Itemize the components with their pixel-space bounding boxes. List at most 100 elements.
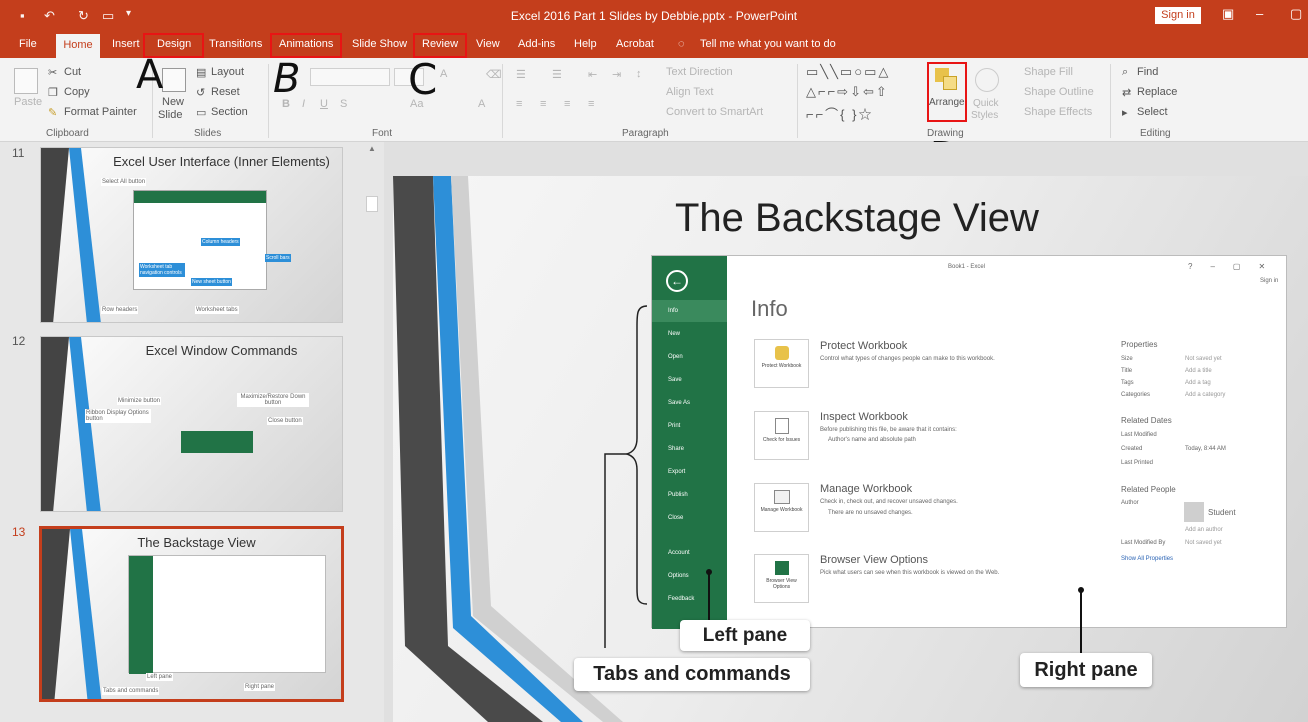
tab-slide-show[interactable]: Slide Show: [352, 38, 407, 50]
thumb-backstage-screenshot: [128, 555, 326, 674]
thumb-label: Worksheet tabs: [195, 306, 239, 314]
cut-button[interactable]: Cut: [64, 66, 81, 78]
justify-icon[interactable]: ≡: [588, 98, 594, 110]
thumb-number: 11: [12, 146, 25, 160]
thumbnail-slide-12[interactable]: Excel Window Commands Minimize button Ma…: [40, 336, 343, 512]
thumb-label: Tabs and commands: [102, 687, 160, 695]
tab-file[interactable]: File: [19, 38, 37, 50]
group-divider: [1110, 64, 1111, 138]
minimize-icon[interactable]: –: [1256, 6, 1263, 21]
thumb-label: Select All button: [101, 178, 147, 186]
thumb-label: Ribbon Display Options button: [85, 409, 151, 423]
ribbon-display-options-icon[interactable]: ▣: [1222, 6, 1234, 22]
numbering-icon[interactable]: ☰: [552, 68, 562, 81]
new-slide-icon[interactable]: [162, 68, 186, 92]
tab-view[interactable]: View: [476, 38, 500, 50]
tab-transitions[interactable]: Transitions: [209, 38, 262, 50]
thumb-title: Excel Window Commands: [145, 343, 298, 358]
thumb-label: Minimize button: [117, 397, 162, 405]
scroll-up-icon[interactable]: ▲: [368, 144, 376, 153]
arrange-button[interactable]: Arrange: [929, 97, 965, 108]
thumb-label: Column headers: [201, 238, 240, 246]
tab-insert[interactable]: Insert: [112, 38, 140, 50]
shadow-button[interactable]: S: [340, 98, 347, 110]
callout-left-pane: Left pane: [680, 620, 810, 651]
thumbnails-scrollbar[interactable]: ▲: [365, 142, 379, 722]
font-group-label: Font: [372, 128, 393, 139]
current-slide[interactable]: The Backstage View ← Info New Open Save …: [393, 176, 1308, 722]
group-divider: [502, 64, 503, 138]
text-direction-button[interactable]: Text Direction: [666, 66, 733, 78]
tab-add-ins[interactable]: Add-ins: [518, 38, 555, 50]
bullets-icon[interactable]: ☰: [516, 68, 526, 81]
clear-formatting-icon[interactable]: ⌫: [486, 68, 502, 81]
thumb-label: Row headers: [101, 306, 139, 314]
window-title: Excel 2016 Part 1 Slides by Debbie.pptx …: [510, 9, 798, 23]
slides-group-label: Slides: [194, 128, 222, 139]
quick-styles-label-2[interactable]: Styles: [971, 110, 998, 121]
shape-outline-button[interactable]: Shape Outline: [1024, 86, 1094, 98]
ribbon: Paste ✂ Cut ❐ Copy ✎ Format Painter Clip…: [0, 58, 1308, 142]
tab-home[interactable]: Home: [56, 34, 100, 58]
thumb-label: New sheet button: [191, 278, 232, 286]
paste-label[interactable]: Paste: [14, 96, 42, 108]
copy-button[interactable]: Copy: [64, 86, 90, 98]
group-divider: [268, 64, 269, 138]
format-painter-button[interactable]: Format Painter: [64, 106, 137, 118]
underline-button[interactable]: U: [320, 98, 328, 110]
layout-button[interactable]: Layout: [211, 66, 244, 78]
outdent-icon[interactable]: ⇥: [612, 68, 621, 81]
powerpoint-window: ▪ ↶ ↻ ▭ ▾ Excel 2016 Part 1 Slides by De…: [0, 0, 1308, 722]
shapes-gallery-row2-icon[interactable]: △⌐⌐⇨⇩⇦⇧: [806, 84, 889, 100]
new-slide-label-2[interactable]: Slide: [158, 109, 182, 121]
font-color-button[interactable]: A: [478, 98, 485, 110]
indent-icon[interactable]: ⇤: [588, 68, 597, 81]
tab-help[interactable]: Help: [574, 38, 597, 50]
format-painter-icon: ✎: [48, 107, 58, 119]
reset-icon: ↺: [196, 87, 206, 99]
align-left-icon[interactable]: ≡: [516, 98, 522, 110]
replace-button[interactable]: Replace: [1137, 86, 1177, 98]
align-text-button[interactable]: Align Text: [666, 86, 714, 98]
align-right-icon[interactable]: ≡: [564, 98, 570, 110]
slide-thumbnails-pane: 11 Excel User Interface (Inner Elements)…: [0, 142, 384, 722]
cut-icon: ✂: [48, 67, 58, 79]
line-spacing-icon[interactable]: ↕: [636, 68, 642, 80]
new-slide-label[interactable]: New: [162, 96, 184, 108]
find-button[interactable]: Find: [1137, 66, 1158, 78]
maximize-icon[interactable]: ▢: [1290, 6, 1302, 22]
thumb-label: Maximize/Restore Down button: [237, 393, 309, 407]
tab-acrobat[interactable]: Acrobat: [616, 38, 654, 50]
copy-icon: ❐: [48, 87, 58, 99]
thumb-label: Worksheet tab navigation controls: [139, 263, 185, 277]
shape-effects-button[interactable]: Shape Effects: [1024, 106, 1092, 118]
select-icon: ▸: [1122, 107, 1128, 119]
convert-smartart-button[interactable]: Convert to SmartArt: [666, 106, 763, 118]
paste-icon[interactable]: [14, 68, 38, 94]
callout-right-pane: Right pane: [1020, 653, 1152, 687]
scroll-thumb[interactable]: [366, 196, 378, 212]
select-button[interactable]: Select: [1137, 106, 1168, 118]
font-family-dropdown[interactable]: [310, 68, 390, 86]
section-button[interactable]: Section: [211, 106, 248, 118]
grow-font-icon[interactable]: A: [440, 68, 447, 80]
group-divider: [797, 64, 798, 138]
tell-me-search[interactable]: Tell me what you want to do: [700, 38, 836, 50]
reset-button[interactable]: Reset: [211, 86, 240, 98]
callout-connectors: [604, 305, 1084, 654]
italic-button[interactable]: I: [302, 98, 305, 110]
clipboard-group-label: Clipboard: [46, 128, 89, 139]
quick-styles-label[interactable]: Quick: [973, 98, 999, 109]
title-bar: ▪ ↶ ↻ ▭ ▾ Excel 2016 Part 1 Slides by De…: [0, 0, 1308, 32]
editing-group-label: Editing: [1140, 128, 1171, 139]
thumbnail-slide-11[interactable]: Excel User Interface (Inner Elements) Se…: [40, 147, 343, 323]
layout-icon: ▤: [196, 67, 207, 79]
shape-fill-button[interactable]: Shape Fill: [1024, 66, 1073, 78]
lightbulb-icon: ◌: [678, 38, 685, 50]
shapes-gallery-icon[interactable]: ▭╲╲▭○▭△: [806, 64, 890, 80]
shapes-gallery-row3-icon[interactable]: ⌐⌐⌒{ }☆: [806, 104, 873, 123]
thumbnail-slide-13[interactable]: The Backstage View Left pane Tabs and co…: [39, 526, 344, 702]
quick-styles-icon[interactable]: [975, 68, 999, 92]
align-center-icon[interactable]: ≡: [540, 98, 546, 110]
sign-in-button[interactable]: Sign in: [1155, 7, 1201, 24]
